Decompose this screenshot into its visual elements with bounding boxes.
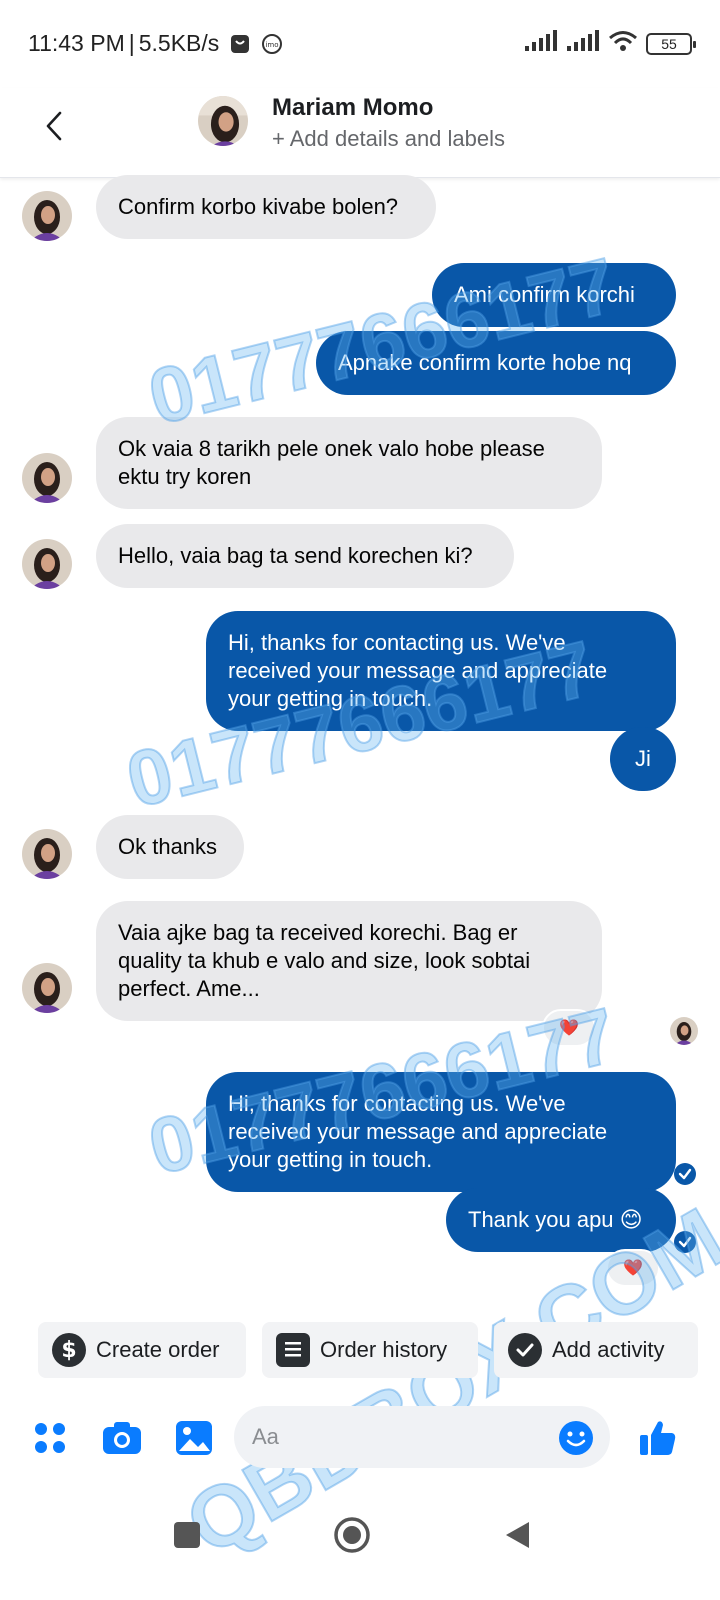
message-bubble-outgoing[interactable]: Hi, thanks for contacting us. We've rece… <box>206 1072 676 1192</box>
triangle-back-icon <box>506 1522 529 1548</box>
reaction-badge[interactable]: ❤️ <box>542 1009 596 1047</box>
svg-text:imo: imo <box>266 41 279 49</box>
gallery-icon[interactable] <box>174 1418 214 1458</box>
status-speed: 5.5KB/s <box>138 30 220 56</box>
seen-check-icon <box>674 1163 696 1185</box>
emoji-icon[interactable] <box>558 1420 594 1456</box>
shopping-bag-icon <box>229 33 251 55</box>
message-text: Ji <box>635 746 651 771</box>
message-bubble-incoming[interactable]: Vaia ajke bag ta received korechi. Bag e… <box>96 901 602 1021</box>
message-text: Ok thanks <box>118 834 218 859</box>
status-bar: 11:43 PM | 5.5KB/s imo 55 <box>0 0 720 88</box>
heart-icon: ❤️ <box>623 1260 643 1277</box>
message-bubble-incoming[interactable]: Confirm korbo kivabe bolen? <box>96 175 436 239</box>
order-history-label: Order history <box>320 1337 448 1362</box>
reaction-badge[interactable]: ❤️ <box>606 1249 660 1287</box>
contact-name[interactable]: Mariam Momo <box>272 94 433 122</box>
svg-text:$: $ <box>61 1338 76 1363</box>
add-activity-label: Add activity <box>552 1337 665 1362</box>
contact-avatar[interactable] <box>198 96 248 146</box>
message-bubble-outgoing[interactable]: Hi, thanks for contacting us. We've rece… <box>206 611 676 731</box>
message-text: Ami confirm korchi <box>454 282 635 307</box>
conversation-header: Mariam Momo + Add details and labels <box>0 88 720 178</box>
status-right: 55 <box>524 30 696 57</box>
message-bubble-incoming[interactable]: Ok thanks <box>96 815 244 879</box>
create-order-label: Create order <box>96 1337 220 1362</box>
message-bubble-outgoing[interactable]: Apnake confirm korte hobe nq <box>316 331 676 395</box>
add-activity-button[interactable]: Add activity <box>494 1322 698 1378</box>
square-icon <box>174 1522 200 1548</box>
message-bubble-outgoing[interactable]: Ami confirm korchi <box>432 263 676 327</box>
message-bubble-outgoing[interactable]: Ji <box>610 727 676 791</box>
status-time: 11:43 PM <box>28 30 125 56</box>
system-nav-bar <box>0 1490 720 1600</box>
message-input[interactable] <box>234 1406 610 1468</box>
battery-icon: 55 <box>646 32 696 55</box>
message-text: Hello, vaia bag ta send korechen ki? <box>118 543 473 568</box>
message-text: Confirm korbo kivabe bolen? <box>118 194 399 219</box>
back-nav-button[interactable] <box>492 1510 542 1560</box>
message-text: Ok vaia 8 tarikh pele onek valo hobe ple… <box>118 436 545 489</box>
message-text: Hi, thanks for contacting us. We've rece… <box>228 1091 608 1172</box>
apps-icon[interactable] <box>30 1418 70 1458</box>
message-text: Thank you apu 😊 <box>468 1207 643 1232</box>
dollar-icon: $ <box>52 1333 86 1367</box>
thumbs-up-icon[interactable] <box>638 1418 678 1458</box>
add-details-link[interactable]: + Add details and labels <box>272 126 505 152</box>
contact-avatar-small[interactable] <box>22 539 72 589</box>
message-composer <box>0 1400 720 1474</box>
contact-avatar-small[interactable] <box>22 191 72 241</box>
status-left: 11:43 PM | 5.5KB/s imo <box>28 30 283 57</box>
seen-check-icon <box>674 1231 696 1253</box>
recents-button[interactable] <box>162 1510 212 1560</box>
order-history-button[interactable]: Order history <box>262 1322 478 1378</box>
message-bubble-outgoing[interactable]: Thank you apu 😊 <box>446 1188 676 1252</box>
signal-icon <box>524 30 558 57</box>
chevron-left-icon <box>46 111 62 141</box>
list-icon <box>276 1333 310 1367</box>
quick-actions-bar: $ Create order Order history Add activit… <box>0 1322 720 1380</box>
contact-avatar-small[interactable] <box>22 453 72 503</box>
message-text: Apnake confirm korte hobe nq <box>338 350 632 375</box>
message-text: Vaia ajke bag ta received korechi. Bag e… <box>118 920 531 1001</box>
imo-icon: imo <box>261 33 283 55</box>
message-list: Confirm korbo kivabe bolen? Ami confirm … <box>0 175 720 1319</box>
check-icon <box>508 1333 542 1367</box>
contact-avatar-small[interactable] <box>22 963 72 1013</box>
message-bubble-incoming[interactable]: Ok vaia 8 tarikh pele onek valo hobe ple… <box>96 417 602 509</box>
circle-home-icon <box>334 1517 370 1553</box>
wifi-icon <box>608 30 638 57</box>
read-receipt-avatar <box>670 1017 698 1045</box>
create-order-button[interactable]: $ Create order <box>38 1322 246 1378</box>
status-separator: | <box>128 30 135 56</box>
message-bubble-incoming[interactable]: Hello, vaia bag ta send korechen ki? <box>96 524 514 588</box>
camera-icon[interactable] <box>102 1418 142 1458</box>
back-button[interactable] <box>36 106 72 146</box>
signal-icon <box>566 30 600 57</box>
home-button[interactable] <box>327 1510 377 1560</box>
message-text: Hi, thanks for contacting us. We've rece… <box>228 630 608 711</box>
contact-avatar-small[interactable] <box>22 829 72 879</box>
heart-icon: ❤️ <box>559 1020 579 1037</box>
